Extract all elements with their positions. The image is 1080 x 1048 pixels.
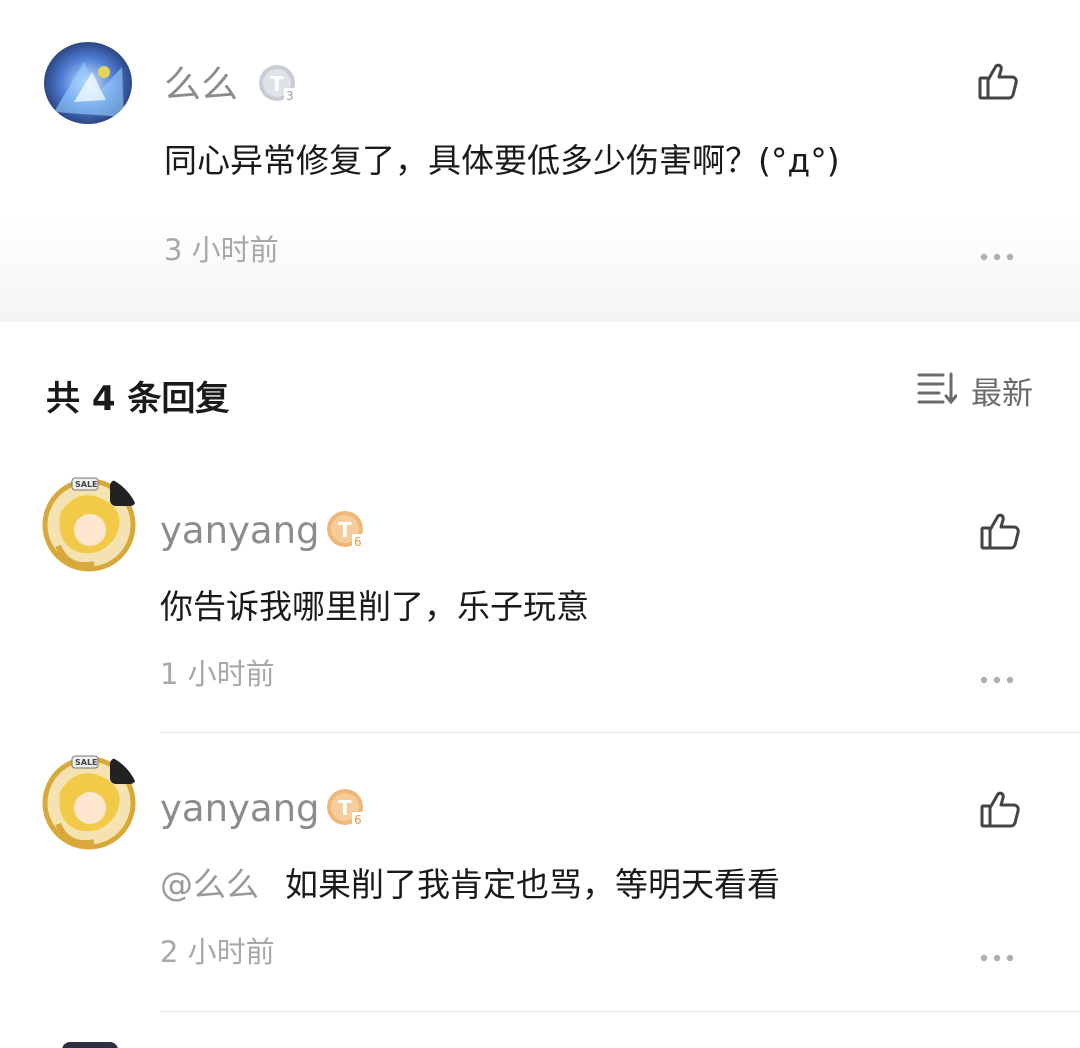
reply-username[interactable]: yanyang	[160, 790, 320, 827]
level-badge: T 3	[258, 64, 296, 103]
sort-button[interactable]: 最新	[917, 370, 1033, 412]
svg-text:6: 6	[354, 813, 362, 827]
comment-time: 3 小时前	[164, 233, 279, 267]
avatar[interactable]	[44, 42, 132, 124]
like-icon[interactable]	[978, 788, 1022, 832]
comment-username[interactable]: 么么	[164, 66, 238, 103]
reply-time: 1 小时前	[160, 657, 275, 691]
sort-label: 最新	[971, 375, 1033, 412]
reply-username[interactable]: yanyang	[160, 512, 320, 549]
sort-icon	[917, 371, 958, 409]
more-icon[interactable]	[980, 670, 1016, 684]
svg-text:SALE: SALE	[75, 480, 98, 489]
avatar[interactable]: SALE	[38, 752, 140, 854]
like-icon[interactable]	[978, 510, 1022, 554]
reply-body: 你告诉我哪里削了，乐子玩意	[160, 587, 589, 626]
svg-text:T: T	[338, 796, 352, 820]
like-icon[interactable]	[976, 60, 1020, 104]
level-badge: T 6	[326, 788, 364, 827]
divider	[160, 1011, 1080, 1012]
reply-time: 2 小时前	[160, 935, 275, 969]
replies-count-title: 共 4 条回复	[46, 379, 230, 419]
svg-text:T: T	[338, 518, 352, 542]
svg-text:6: 6	[354, 535, 362, 549]
reply-body: 如果削了我肯定也骂，等明天看看	[285, 865, 780, 904]
divider	[160, 732, 1080, 733]
mention-link[interactable]: @么么	[160, 865, 259, 904]
avatar[interactable]: SALE	[38, 474, 140, 576]
svg-text:3: 3	[286, 89, 294, 103]
more-icon[interactable]	[980, 247, 1016, 261]
svg-text:SALE: SALE	[75, 758, 98, 767]
reply-text: 你告诉我哪里削了，乐子玩意	[160, 590, 589, 623]
main-comment: 么么 T 3 同心异常修复了，具体要低多少伤害啊？(°д°) 3 小时前	[0, 0, 1080, 322]
svg-text:T: T	[270, 72, 284, 96]
level-badge: T 6	[326, 510, 364, 549]
comment-text: 同心异常修复了，具体要低多少伤害啊？(°д°)	[164, 141, 840, 180]
reply-text: @么么 如果削了我肯定也骂，等明天看看	[160, 868, 780, 901]
avatar[interactable]	[62, 1042, 118, 1048]
more-icon[interactable]	[980, 948, 1016, 962]
